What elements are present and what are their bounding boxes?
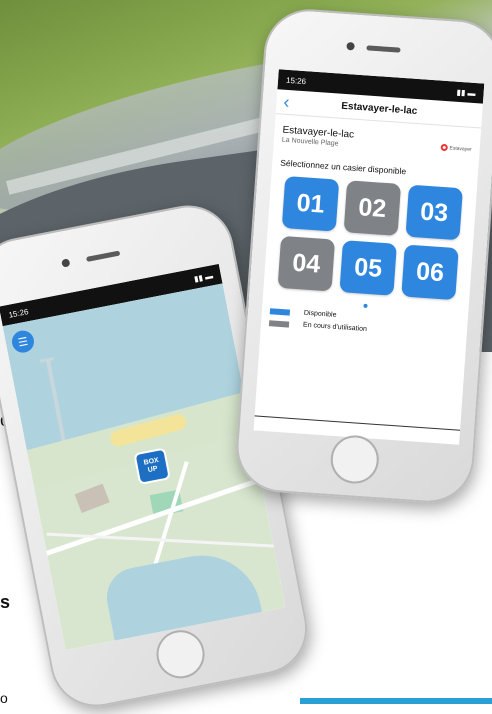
- home-button[interactable]: [152, 626, 209, 683]
- legend-label: Disponible: [303, 309, 337, 319]
- status-time: 15:26: [285, 75, 307, 86]
- phone-camera: [61, 258, 71, 268]
- locker-grid: 01 02 03 04 05 06: [264, 175, 477, 301]
- phone-speaker: [86, 250, 121, 262]
- locker-01-button[interactable]: 01: [281, 175, 340, 232]
- locker-02-button[interactable]: 02: [343, 180, 402, 236]
- legend-swatch: [269, 307, 291, 316]
- chevron-left-icon[interactable]: ‹: [276, 91, 297, 113]
- legend-swatch: [268, 319, 290, 328]
- locker-screen: 15:26 ▮▮ ▬ ‹ Estavayer-le-lac Estavayer-…: [253, 69, 485, 445]
- locker-05-button[interactable]: 05: [339, 240, 397, 296]
- locker-03-button[interactable]: 03: [405, 184, 463, 241]
- signal-battery-icon: ▮▮ ▬: [456, 87, 476, 98]
- signal-battery-icon: ▮▮ ▬: [193, 270, 214, 284]
- legend-label: En cours d'utilisation: [302, 321, 368, 334]
- locker-06-button[interactable]: 06: [401, 244, 459, 301]
- text-fragment: s: [0, 592, 11, 612]
- phone-speaker: [366, 45, 401, 53]
- divider: [254, 415, 461, 431]
- locker-04-button[interactable]: 04: [277, 235, 336, 292]
- brand-logo-text: Estavayer: [449, 144, 472, 153]
- brand-logo-icon: [440, 143, 448, 152]
- pin-label-bottom: UP: [147, 465, 159, 475]
- status-time: 15:26: [7, 306, 30, 320]
- phone-camera: [346, 41, 355, 51]
- accent-bar: [300, 698, 492, 704]
- legend: Disponible En cours d'utilisation: [261, 307, 468, 340]
- box-up-location-pin[interactable]: BOX UP: [133, 447, 171, 486]
- locker-phone: 15:26 ▮▮ ▬ ‹ Estavayer-le-lac Estavayer-…: [233, 6, 492, 506]
- home-button[interactable]: [329, 433, 381, 486]
- page-indicator-dot: [363, 303, 368, 309]
